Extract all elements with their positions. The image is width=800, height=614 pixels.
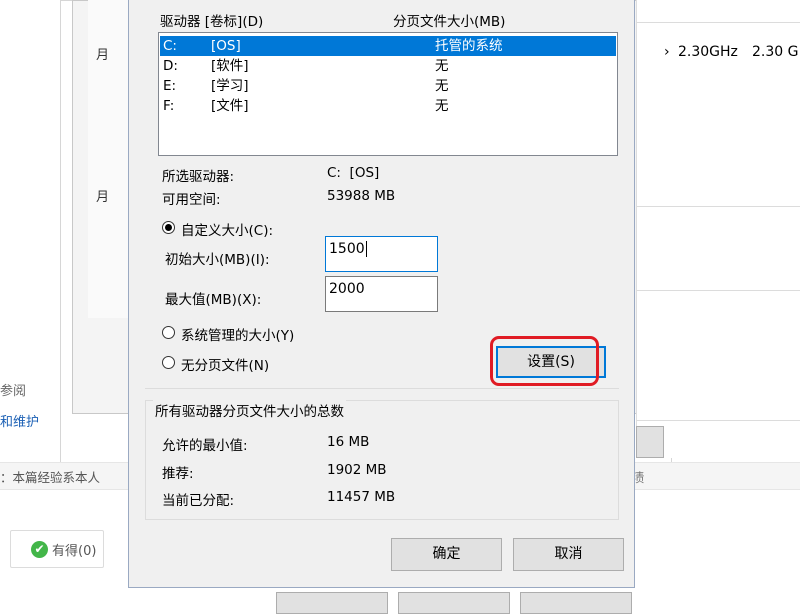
system-managed-label[interactable]: 系统管理的大小(Y) [181, 324, 294, 344]
drive-size: 托管的系统 [435, 38, 503, 54]
highlight-annotation [490, 336, 599, 386]
size-column-header: 分页文件大小(MB) [393, 14, 506, 30]
right-background-window [636, 0, 800, 458]
allocated-label: 当前已分配: [162, 493, 235, 509]
divider [636, 420, 800, 421]
free-space-label: 可用空间: [162, 192, 221, 208]
drive-label: [文件] [211, 98, 249, 114]
recommended-value: 1902 MB [327, 462, 387, 478]
selected-drive-value: C: [OS] [327, 165, 380, 181]
no-paging-file-label[interactable]: 无分页文件(N) [181, 354, 269, 374]
cancel-button[interactable]: 取消 [513, 538, 624, 571]
max-size-input[interactable]: 2000 [325, 276, 438, 312]
drive-column-header: 驱动器 [卷标](D) [160, 14, 264, 30]
bullet-dot: › [664, 44, 670, 60]
min-allowed-label: 允许的最小值: [162, 438, 248, 454]
drive-size: 无 [435, 78, 449, 94]
recommended-label: 推荐: [162, 466, 194, 482]
drive-letter: E: [163, 78, 177, 94]
drive-list-item[interactable]: E: [学习] 无 [160, 76, 616, 96]
no-paging-file-radio[interactable] [162, 356, 175, 369]
drive-label: [学习] [211, 78, 249, 94]
max-size-value: 2000 [329, 281, 365, 297]
max-size-label: 最大值(MB)(X): [165, 292, 262, 308]
divider [636, 22, 800, 23]
custom-size-radio[interactable] [162, 221, 175, 234]
system-managed-radio[interactable] [162, 326, 175, 339]
notice-text: ：本篇经验系本人 [0, 470, 101, 485]
drive-list[interactable]: C: [OS] 托管的系统 D: [软件] 无 E: [学习] 无 F: [文件… [158, 32, 618, 156]
maintenance-link[interactable]: 和维护 [0, 411, 39, 430]
drive-letter: D: [163, 58, 178, 74]
drive-list-item[interactable]: D: [软件] 无 [160, 56, 616, 76]
check-icon: ✔ [31, 540, 48, 558]
background-button[interactable] [520, 592, 632, 614]
initial-size-value: 1500 [329, 241, 365, 257]
drive-size: 无 [435, 98, 449, 114]
drive-list-item[interactable]: C: [OS] 托管的系统 [160, 36, 616, 56]
initial-size-input[interactable]: 1500 [325, 236, 438, 272]
min-allowed-value: 16 MB [327, 434, 370, 450]
useful-label: 有得(0) [52, 543, 97, 559]
group-divider [145, 388, 619, 389]
background-button[interactable] [398, 592, 510, 614]
cpu-speed-text: 2.30GHz [678, 44, 738, 60]
initial-size-label: 初始大小(MB)(I): [165, 252, 270, 268]
drive-list-item[interactable]: F: [文件] 无 [160, 96, 616, 116]
useful-button[interactable]: ✔ 有得(0) [10, 530, 104, 568]
drive-letter: F: [163, 98, 175, 114]
free-space-value: 53988 MB [327, 188, 396, 204]
divider [636, 206, 800, 207]
drive-size: 无 [435, 58, 449, 74]
background-fragment: 月 [96, 190, 110, 205]
allocated-value: 11457 MB [327, 489, 396, 505]
see-also-heading: 参阅 [0, 384, 27, 399]
background-fragment: 月 [96, 48, 110, 63]
selected-drive-label: 所选驱动器: [162, 169, 235, 185]
background-button[interactable] [276, 592, 388, 614]
drive-label: [OS] [211, 38, 241, 54]
background-button[interactable] [636, 426, 664, 458]
totals-title: 所有驱动器分页文件大小的总数 [153, 400, 346, 420]
cpu-speed-text-2: 2.30 G [752, 44, 799, 60]
drive-letter: C: [163, 38, 177, 54]
drive-label: [软件] [211, 58, 249, 74]
divider [636, 290, 800, 291]
custom-size-label[interactable]: 自定义大小(C): [181, 219, 273, 239]
ok-button[interactable]: 确定 [391, 538, 502, 571]
